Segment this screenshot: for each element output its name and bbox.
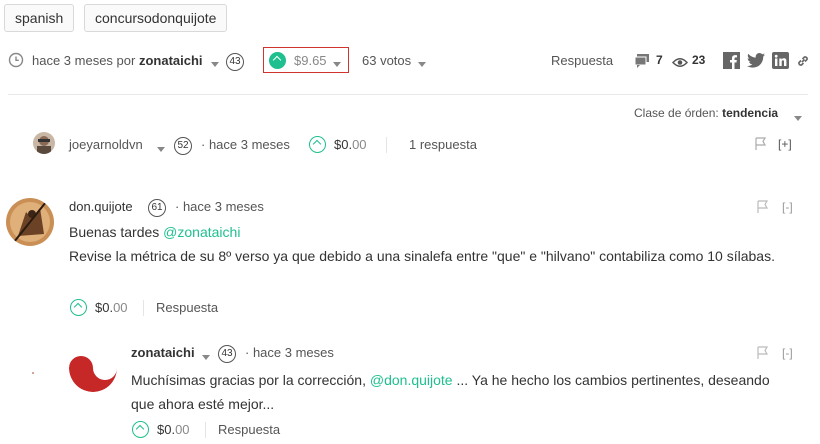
votes-count[interactable]: 63 votos — [362, 53, 411, 68]
comment-time: · hace 3 meses — [245, 345, 334, 360]
thread-dot — [32, 372, 34, 374]
payout-caret-icon[interactable] — [333, 56, 341, 74]
comment-body: Muchísimas gracias por la corrección, @d… — [131, 372, 770, 412]
author-reputation: 43 — [226, 53, 244, 71]
section-divider — [8, 94, 808, 95]
comment-payout[interactable]: $0.00 — [95, 300, 128, 315]
comment-upvote-icon[interactable] — [70, 299, 87, 317]
comment-author-reputation: 43 — [218, 345, 236, 363]
comments-icon — [634, 53, 650, 73]
post-author[interactable]: zonataichi — [139, 53, 203, 68]
reply-button[interactable]: Respuesta — [551, 53, 613, 68]
flag-icon[interactable] — [757, 346, 769, 365]
comment-body: Revise la métrica de su 8º verso ya que … — [69, 248, 775, 264]
comment-upvote-icon[interactable] — [309, 136, 326, 154]
avatar-don-quijote[interactable] — [6, 198, 54, 246]
comment-author-reputation: 61 — [148, 199, 166, 217]
tag-concursodonquijote[interactable]: concursodonquijote — [84, 4, 228, 32]
upvote-icon[interactable] — [269, 52, 286, 70]
facebook-icon[interactable] — [723, 52, 740, 74]
link-icon[interactable] — [796, 54, 810, 73]
comment-author-reputation: 52 — [174, 137, 192, 155]
comments-count: 7 — [656, 53, 663, 67]
post-time: hace 3 meses por — [32, 53, 136, 68]
comment-author-caret-icon[interactable] — [202, 349, 210, 367]
comment-payout[interactable]: $0.00 — [157, 422, 190, 437]
comment-upvote-icon[interactable] — [132, 421, 149, 439]
flag-icon[interactable] — [755, 137, 767, 156]
twitter-icon[interactable] — [747, 53, 765, 73]
collapse-toggle[interactable]: [-] — [782, 346, 793, 360]
comment-author-joeyarnoldvn[interactable]: joeyarnoldvn — [69, 137, 143, 152]
post-payout[interactable]: $9.65 — [294, 53, 327, 68]
mention-link[interactable]: @don.quijote — [370, 372, 453, 388]
expand-toggle[interactable]: [+] — [778, 137, 792, 151]
flag-icon[interactable] — [757, 200, 769, 219]
sort-caret-icon[interactable] — [794, 110, 802, 128]
votes-caret-icon[interactable] — [418, 56, 426, 74]
comment-reply-button[interactable]: Respuesta — [218, 422, 280, 437]
comment-reply-button[interactable]: Respuesta — [156, 300, 218, 315]
replies-count-link[interactable]: 1 respuesta — [409, 137, 477, 152]
avatar-joeyarnoldvn[interactable] — [33, 132, 55, 154]
comment-payout[interactable]: $0.00 — [334, 137, 367, 152]
tag-spanish[interactable]: spanish — [4, 4, 75, 32]
author-caret-icon[interactable] — [211, 56, 219, 74]
collapse-toggle[interactable]: [-] — [782, 200, 793, 214]
sort-label: Clase de órden: — [634, 106, 719, 120]
comment-time: · hace 3 meses — [201, 137, 290, 152]
sort-value[interactable]: tendencia — [722, 106, 778, 120]
comment-time: · hace 3 meses — [175, 199, 264, 214]
views-count: 23 — [692, 53, 706, 67]
avatar-zonataichi[interactable] — [69, 344, 117, 392]
comment-author-don-quijote[interactable]: don.quijote — [69, 199, 133, 214]
comment-author-caret-icon[interactable] — [157, 141, 165, 159]
comment-body-line1: Buenas tardes @zonataichi — [69, 224, 241, 240]
eye-icon — [671, 55, 689, 73]
comment-author-zonataichi[interactable]: zonataichi — [131, 345, 195, 360]
clock-icon — [8, 52, 24, 68]
mention-link[interactable]: @zonataichi — [163, 224, 240, 240]
linkedin-icon[interactable] — [772, 52, 789, 74]
